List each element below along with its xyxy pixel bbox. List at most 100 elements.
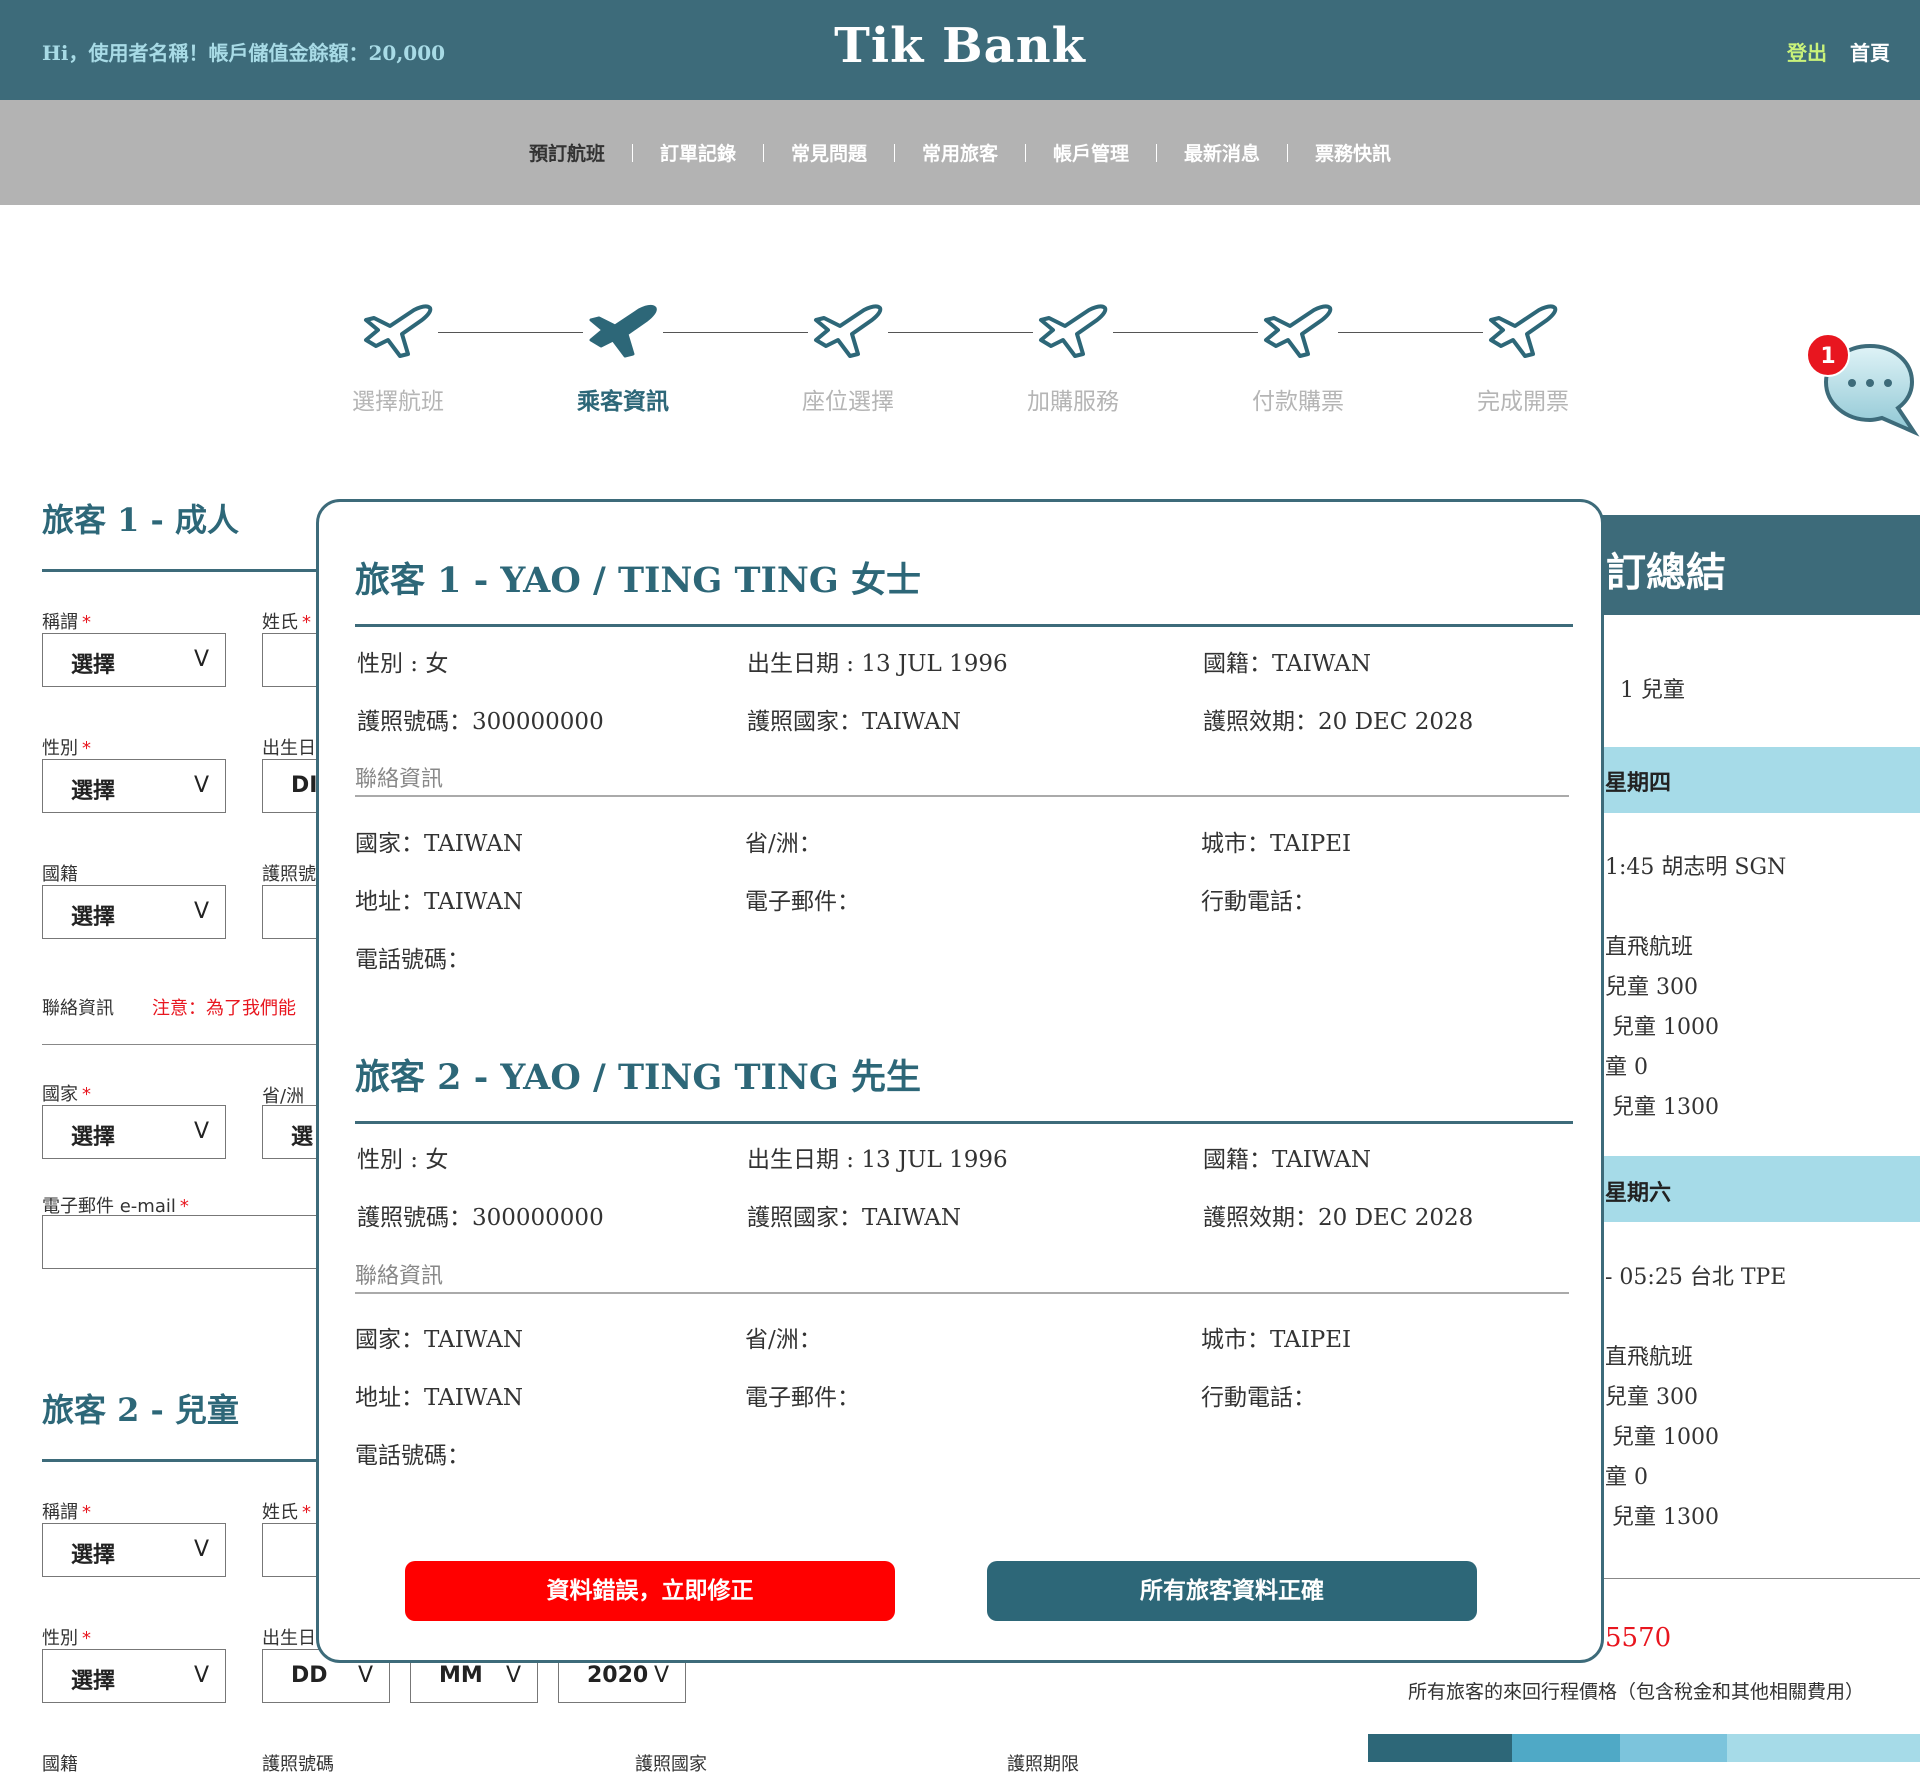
confirm-data-button[interactable]: 所有旅客資料正確 [987,1561,1477,1621]
logout-link[interactable]: 登出 [1787,41,1827,65]
passport-country-label: 護照國家 [635,1754,707,1775]
outbound-total: 兒童 1300 [1612,1095,1719,1120]
modal-subdivider [355,795,1569,797]
step-seat-selection: 座位選擇 [768,300,928,416]
p2-nationality: 國籍：TAIWAN [1203,1147,1372,1173]
modal-subdivider [355,1292,1569,1294]
p2-country: 國家：TAIWAN [355,1327,524,1353]
p1-email: 電子郵件： [745,889,860,915]
p1-birth: 出生日期 : 13 JUL 1996 [747,651,1008,677]
title-label: 稱謂 * [42,1502,91,1523]
plane-outline-icon [1483,300,1563,360]
outbound-flight-type: 直飛航班 [1605,935,1694,960]
nav-book-flight[interactable]: 預訂航班 [502,139,632,166]
nationality-select[interactable]: 選擇 V [42,885,226,939]
p2-mobile: 行動電話： [1201,1385,1316,1411]
title-select[interactable]: 選擇 V [42,1523,226,1577]
p1-city: 城市：TAIPEI [1201,831,1352,857]
nav-frequent-travelers[interactable]: 常用旅客 [895,139,1025,166]
top-bar: Hi，使用者名稱！帳戶儲值金餘額：20,000 Tik Bank 登出 首頁 [0,0,1920,100]
booking-steps: 選擇航班 乘客資訊 座位選擇 加購服務 付款購票 完成開票 [0,300,1920,420]
passenger-2-title: 旅客 2 - 兒童 [42,1391,239,1429]
nationality-label: 國籍 [42,1754,78,1775]
contact-divider [42,1044,342,1045]
nav-orders[interactable]: 訂單記錄 [633,139,763,166]
p2-passport-country: 護照國家：TAIWAN [747,1205,962,1231]
outbound-fee: 童 0 [1605,1055,1648,1080]
p2-passport-no: 護照號碼：300000000 [357,1205,604,1231]
grand-total-desc: 所有旅客的來回行程價格（包含稅金和其他相關費用） [1408,1681,1865,1703]
modal-passenger-1-title: 旅客 1 - YAO / TING TING 女士 [355,560,921,601]
p1-passport-no: 護照號碼：300000000 [357,709,604,735]
chat-badge: 1 [1806,333,1850,377]
p1-country: 國家：TAIWAN [355,831,524,857]
email-input[interactable] [42,1215,342,1269]
main-nav: 預訂航班 訂單記錄 常見問題 常用旅客 帳戶管理 最新消息 票務快訊 [0,100,1920,205]
summary-title: 訂總結 [1606,550,1726,596]
p2-gender: 性別 : 女 [357,1147,449,1173]
title-select[interactable]: 選擇 V [42,633,226,687]
passenger-confirm-modal: 旅客 1 - YAO / TING TING 女士 性別 : 女 出生日期 : … [316,499,1604,1663]
logo[interactable]: Tik Bank [0,18,1920,74]
passenger-1-title: 旅客 1 - 成人 [42,501,239,539]
p2-passport-expiry: 護照效期：20 DEC 2028 [1203,1205,1474,1231]
gender-select[interactable]: 選擇 V [42,1649,226,1703]
step-passenger-info: 乘客資訊 [543,300,703,416]
p1-address: 地址：TAIWAN [355,889,524,915]
modal-divider [355,1121,1573,1124]
nav-account[interactable]: 帳戶管理 [1026,139,1156,166]
modal-divider [355,624,1573,627]
outbound-day: 星期四 [1605,771,1672,796]
nav-ticket-alerts[interactable]: 票務快訊 [1288,139,1418,166]
p2-birth: 出生日期 : 13 JUL 1996 [747,1147,1008,1173]
gender-label: 性別 * [42,738,91,759]
step-label: 選擇航班 [352,389,444,415]
step-label: 加購服務 [1027,389,1119,415]
step-label: 完成開票 [1477,389,1569,415]
p2-phone: 電話號碼： [355,1443,470,1469]
return-day: 星期六 [1605,1181,1672,1206]
nationality-label: 國籍 [42,864,78,885]
p1-gender: 性別 : 女 [357,651,449,677]
passport-expiry-label: 護照期限 [1007,1754,1079,1775]
step-label: 座位選擇 [802,389,894,415]
passport-label: 護照號 [262,864,316,885]
p1-phone: 電話號碼： [355,947,470,973]
step-label: 付款購票 [1252,389,1344,415]
p1-passport-country: 護照國家：TAIWAN [747,709,962,735]
step-complete: 完成開票 [1443,300,1603,416]
step-select-flight: 選擇航班 [318,300,478,416]
title-label: 稱謂 * [42,612,91,633]
p2-address: 地址：TAIWAN [355,1385,524,1411]
p1-province: 省/洲： [745,831,822,857]
summary-passengers: 1 兒童 [1620,678,1685,703]
p1-mobile: 行動電話： [1201,889,1316,915]
return-route: - 05:25 台北 TPE [1605,1265,1787,1290]
nav-faq[interactable]: 常見問題 [764,139,894,166]
step-label: 乘客資訊 [577,389,669,415]
return-tax: 兒童 1000 [1612,1425,1719,1450]
passport-no-label: 護照號碼 [262,1754,334,1775]
outbound-fare: 兒童 300 [1605,975,1698,1000]
surname-label: 姓氏 * [262,612,311,633]
grand-total: 5570 [1605,1623,1672,1653]
plane-outline-icon [1258,300,1338,360]
nav-news[interactable]: 最新消息 [1157,139,1287,166]
plane-outline-icon [358,300,438,360]
p1-nationality: 國籍：TAIWAN [1203,651,1372,677]
outbound-tax: 兒童 1000 [1612,1015,1719,1040]
return-flight-type: 直飛航班 [1605,1345,1694,1370]
section-divider [42,569,342,572]
birth-label: 出生日 [262,1628,316,1649]
home-link[interactable]: 首頁 [1850,41,1890,65]
contact-label: 聯絡資訊 [42,998,114,1019]
color-strip [1727,1734,1920,1762]
gender-select[interactable]: 選擇 V [42,759,226,813]
surname-label: 姓氏 * [262,1502,311,1523]
fix-data-button[interactable]: 資料錯誤，立即修正 [405,1561,895,1621]
country-select[interactable]: 選擇 V [42,1105,226,1159]
contact-note: 注意：為了我們能 [152,998,296,1019]
country-label: 國家 * [42,1084,91,1105]
p2-province: 省/洲： [745,1327,822,1353]
plane-filled-icon [583,300,663,360]
